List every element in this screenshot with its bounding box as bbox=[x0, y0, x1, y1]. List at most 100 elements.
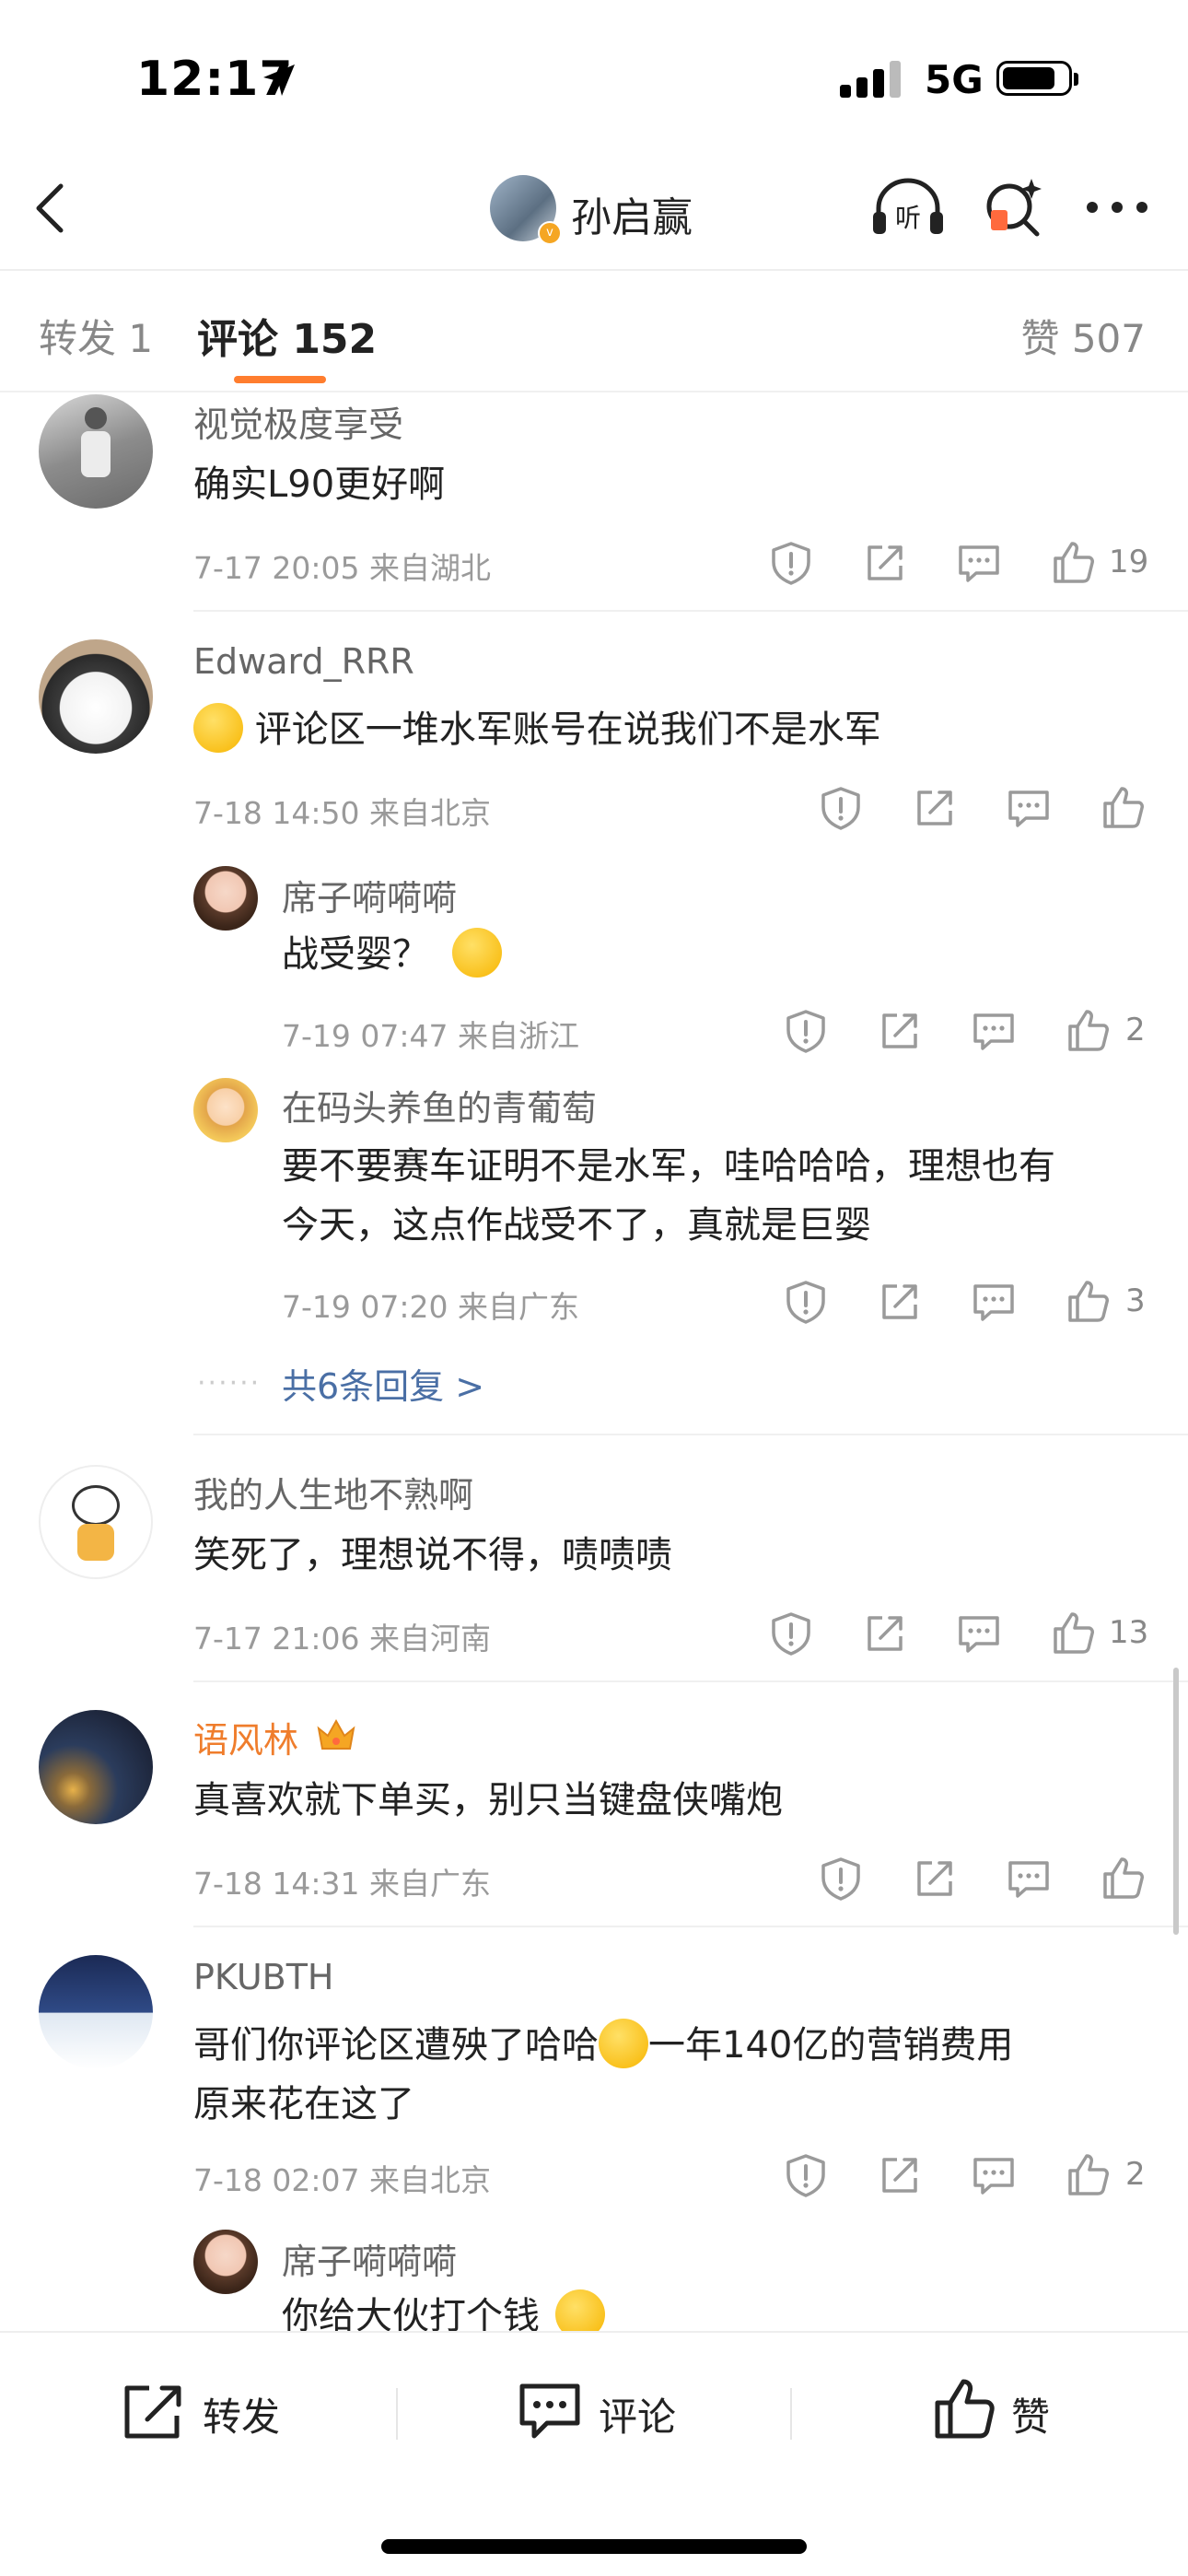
back-arrow-icon[interactable] bbox=[28, 181, 74, 236]
verified-badge-icon: v bbox=[538, 221, 562, 245]
comment-icon[interactable] bbox=[518, 2381, 582, 2441]
search-sparkle-icon[interactable] bbox=[982, 175, 1046, 241]
comment-text: 笑死了，理想说不得，啧啧啧 bbox=[193, 1534, 672, 1576]
reply-username[interactable]: 席子嗬嗬嗬 bbox=[282, 2233, 457, 2284]
like-icon[interactable] bbox=[1065, 2152, 1111, 2198]
like-icon[interactable] bbox=[1100, 1856, 1146, 1902]
share-icon[interactable] bbox=[912, 1856, 958, 1902]
report-icon[interactable] bbox=[818, 1856, 864, 1902]
reply-icon[interactable] bbox=[971, 1279, 1017, 1325]
like-count: 2 bbox=[1125, 2156, 1146, 2193]
report-icon[interactable] bbox=[818, 785, 864, 831]
avatar[interactable] bbox=[193, 1078, 258, 1142]
like-count: 19 bbox=[1109, 544, 1149, 580]
thinking-emoji-icon bbox=[451, 928, 502, 978]
comment-meta: 7-17 21:06 来自河南 bbox=[193, 1621, 491, 1657]
comment-username[interactable]: 视觉极度享受 bbox=[193, 396, 403, 447]
share-icon[interactable] bbox=[862, 1610, 908, 1657]
tab-likes[interactable]: 赞 507 bbox=[1020, 308, 1146, 364]
comment-button[interactable]: 评论 bbox=[599, 2386, 676, 2442]
reply-meta: 7-19 07:47 来自浙江 bbox=[282, 1018, 579, 1054]
like-button[interactable]: 赞 bbox=[1011, 2386, 1050, 2442]
reply-text-line-1: 要不要赛车证明不是水军，哇哈哈哈，理想也有 bbox=[282, 1145, 1055, 1188]
avatar[interactable] bbox=[193, 2230, 258, 2294]
avatar[interactable] bbox=[193, 866, 258, 931]
repost-icon[interactable] bbox=[122, 2383, 186, 2441]
surprised-emoji-icon bbox=[554, 2289, 605, 2331]
avatar[interactable] bbox=[39, 639, 153, 754]
comment-username[interactable]: PKUBTH bbox=[193, 1957, 333, 1997]
reply-text: 你给大伙打个钱 bbox=[282, 2287, 605, 2331]
comment-meta: 7-17 20:05 来自湖北 bbox=[193, 550, 491, 586]
share-icon[interactable] bbox=[877, 1279, 923, 1325]
reply-icon[interactable] bbox=[956, 540, 1002, 586]
comment-username[interactable]: Edward_RRR bbox=[193, 641, 414, 682]
like-count: 2 bbox=[1125, 1012, 1146, 1048]
header-username[interactable]: 孙启赢 bbox=[571, 184, 693, 243]
location-arrow-icon bbox=[263, 64, 295, 96]
like-icon[interactable] bbox=[1050, 540, 1096, 586]
like-icon[interactable] bbox=[1065, 1279, 1111, 1325]
avatar[interactable] bbox=[39, 1465, 153, 1579]
comment-text-body: 评论区一堆水军账号在说我们不是水军 bbox=[254, 708, 881, 751]
report-icon[interactable] bbox=[783, 2152, 829, 2198]
more-replies-dots: ······ bbox=[197, 1367, 262, 1399]
avatar[interactable] bbox=[39, 1710, 153, 1824]
share-icon[interactable] bbox=[877, 2152, 923, 2198]
comment-divider bbox=[193, 1926, 1188, 1927]
reply-icon[interactable] bbox=[956, 1610, 1002, 1657]
reply-icon[interactable] bbox=[1006, 1856, 1052, 1902]
comment-text: 真喜欢就下单买，别只当键盘侠嘴炮 bbox=[193, 1779, 783, 1821]
reply-text-line-2: 今天，这点作战受不了，真就是巨婴 bbox=[282, 1204, 871, 1247]
like-icon[interactable] bbox=[1100, 785, 1146, 831]
listen-headphones-icon[interactable]: 听 bbox=[869, 175, 947, 241]
share-icon[interactable] bbox=[877, 1008, 923, 1054]
comment-meta: 7-18 02:07 来自北京 bbox=[193, 2162, 491, 2198]
avatar[interactable] bbox=[39, 394, 153, 509]
bottom-bar-separator bbox=[790, 2388, 792, 2440]
share-icon[interactable] bbox=[862, 540, 908, 586]
avatar[interactable] bbox=[39, 1955, 153, 2069]
comment-text: 评论区一堆水军账号在说我们不是水军 bbox=[193, 700, 881, 759]
comment-text: 确实L90更好啊 bbox=[193, 463, 446, 506]
like-icon[interactable] bbox=[1065, 1008, 1111, 1054]
repost-button[interactable]: 转发 bbox=[203, 2386, 280, 2442]
comment-divider bbox=[193, 1434, 1188, 1435]
reply-username[interactable]: 席子嗬嗬嗬 bbox=[282, 870, 457, 920]
comment-divider bbox=[193, 1680, 1188, 1682]
home-indicator[interactable] bbox=[381, 2539, 807, 2554]
comment-divider bbox=[193, 610, 1188, 612]
report-icon[interactable] bbox=[783, 1279, 829, 1325]
like-count: 13 bbox=[1109, 1614, 1149, 1651]
comment-username[interactable]: 语风林 bbox=[193, 1712, 298, 1762]
reply-icon[interactable] bbox=[1006, 785, 1052, 831]
more-options-icon[interactable] bbox=[1085, 193, 1149, 221]
comment-text-line-2: 原来花在这了 bbox=[193, 2083, 414, 2125]
share-icon[interactable] bbox=[912, 785, 958, 831]
reply-meta: 7-19 07:20 来自广东 bbox=[282, 1289, 579, 1325]
reply-username[interactable]: 在码头养鱼的青葡萄 bbox=[282, 1080, 597, 1130]
header-divider bbox=[0, 269, 1188, 271]
thinking-emoji-icon bbox=[193, 703, 243, 753]
tab-comments[interactable]: 评论 152 bbox=[197, 306, 377, 365]
more-replies-link[interactable]: 共6条回复 > bbox=[282, 1358, 484, 1409]
comment-meta: 7-18 14:50 来自北京 bbox=[193, 795, 491, 831]
scrollbar[interactable] bbox=[1173, 1668, 1179, 1935]
comment-username[interactable]: 我的人生地不熟啊 bbox=[193, 1467, 473, 1517]
like-thumb-icon[interactable] bbox=[932, 2377, 996, 2441]
laughing-tears-emoji-icon bbox=[599, 2019, 648, 2068]
like-icon[interactable] bbox=[1050, 1610, 1096, 1657]
comment-text-line-1: 哥们你评论区遭殃了哈哈 一年140亿的营销费用 bbox=[193, 2016, 1013, 2075]
reply-icon[interactable] bbox=[971, 2152, 1017, 2198]
reply-icon[interactable] bbox=[971, 1008, 1017, 1054]
battery-icon bbox=[996, 61, 1078, 96]
report-icon[interactable] bbox=[783, 1008, 829, 1054]
comment-text-part-2: 一年140亿的营销费用 bbox=[648, 2024, 1014, 2067]
listen-label: 听 bbox=[895, 203, 921, 233]
cellular-signal-icon bbox=[840, 61, 901, 98]
tab-forward[interactable]: 转发 1 bbox=[39, 308, 153, 364]
like-count: 3 bbox=[1125, 1282, 1146, 1319]
reply-text-body: 战受婴？ bbox=[282, 933, 429, 976]
report-icon[interactable] bbox=[768, 1610, 814, 1657]
report-icon[interactable] bbox=[768, 540, 814, 586]
